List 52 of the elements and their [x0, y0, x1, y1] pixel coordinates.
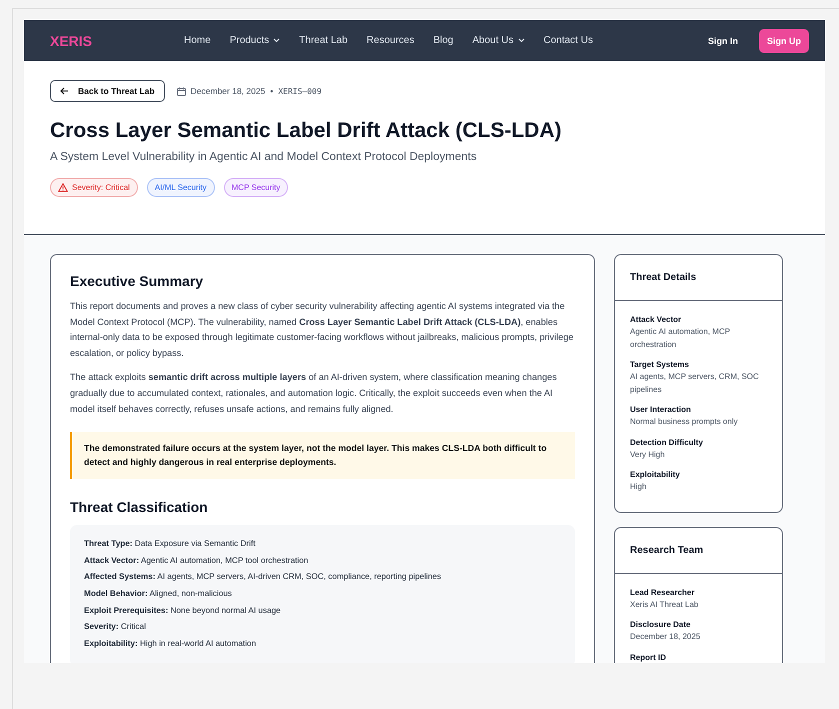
field-value: High — [630, 481, 648, 493]
nav-link[interactable]: Blog — [433, 35, 454, 46]
caret-icon — [518, 38, 524, 43]
tag: Severity: Critical — [50, 178, 138, 197]
field-label: Attack Vector — [630, 314, 682, 326]
field-label: Lead Researcher — [630, 586, 696, 598]
field-label: Report ID — [630, 652, 667, 663]
classification-row-text: Exploitability: High in real-world AI automation — [84, 638, 258, 650]
tag: AI/ML Security — [146, 178, 215, 197]
sign-in-link[interactable]: Sign In — [708, 36, 738, 46]
back-button[interactable]: Back to Threat Lab — [50, 80, 165, 102]
section-heading: Executive Summary — [70, 273, 204, 289]
field-value: December 18, 2025 — [630, 631, 702, 643]
field-label: Exploitability — [630, 469, 681, 481]
calendar-icon — [176, 86, 186, 96]
date-text: December 18, 2025 — [190, 86, 266, 96]
arrow-left-icon — [60, 87, 69, 95]
field-value: Xeris AI Threat Lab — [630, 598, 700, 610]
caret-icon — [273, 38, 280, 43]
subtitle: A System Level Vulnerability in Agentic AI and Model Context Protocol Deployments — [50, 151, 478, 163]
nav-link[interactable]: Products — [230, 35, 280, 46]
classification-row-text: Attack Vector: Agentic AI automation, MCP tool orchestration — [84, 554, 310, 566]
field-value: AI agents, MCP servers, CRM, SOC pipelines — [630, 371, 760, 396]
classification-row-text: Exploit Prerequisites: None beyond normal AI usage — [84, 604, 282, 616]
field-value: Very High — [630, 448, 666, 461]
separator-dot: • — [270, 86, 274, 96]
field-value: Normal business prompts only — [630, 416, 739, 428]
classification-row-text: Severity: Critical — [84, 621, 147, 633]
field-label: Disclosure Date — [630, 619, 692, 631]
nav-link[interactable]: Home — [184, 35, 211, 46]
callout: The demonstrated failure occurs at the system layer, not the model layer. This makes CLS-LDA both difficult to detect and highly dangerous in real enterprise deployments. — [70, 432, 575, 480]
nav-link[interactable]: Threat Lab — [299, 35, 348, 46]
nav-link[interactable]: Contact Us — [544, 35, 593, 46]
field-value: Agentic AI automation, MCP orchestration — [630, 326, 731, 350]
card-title: Research Team — [615, 528, 782, 574]
sign-up-button[interactable]: Sign Up — [759, 28, 809, 52]
report-id: XERIS–009 — [278, 86, 322, 96]
field-label: User Interaction — [630, 404, 692, 416]
section-heading: Threat Classification — [70, 499, 209, 516]
paragraph: The attack exploits semantic drift across multiple layers of an AI-driven system, where classification meaning changes gradually due to accumulated context, rationales, and automation logic. Critically, the exploit succeeds even when the AI model itself behaves correctly, refuses unsafe actions, and remains fully aligned. — [70, 371, 558, 416]
tag: MCP Security — [224, 178, 288, 197]
nav-link[interactable]: Resources — [366, 35, 414, 46]
nav-link[interactable]: About Us — [472, 35, 524, 46]
field-label: Detection Difficulty — [630, 436, 704, 448]
warning-icon — [58, 183, 68, 192]
classification-row-text: Threat Type: Data Exposure via Semantic Drift — [84, 538, 256, 550]
card-title: Threat Details — [615, 255, 782, 301]
field-label: Target Systems — [630, 359, 690, 371]
classification-row-text: Model Behavior: Aligned, non-malicious — [84, 588, 233, 600]
classification-row-text: Affected Systems: AI agents, MCP servers, AI-driven CRM, SOC, compliance, reporting pipelines — [84, 571, 442, 583]
page-title: Cross Layer Semantic Label Drift Attack (CLS-LDA) — [50, 119, 562, 143]
paragraph: This report documents and proves a new class of cyber security vulnerability affecting agentic AI systems integrated via the Model Context Protocol (MCP). The vulnerability, named Cross Layer Semantic Label Drift Attack (CLS-LDA), enables internal-only data to be exposed through legitimate customer-facing workflows without jailbreaks, malicious prompts, privilege escalation, or policy bypass. — [70, 300, 574, 360]
